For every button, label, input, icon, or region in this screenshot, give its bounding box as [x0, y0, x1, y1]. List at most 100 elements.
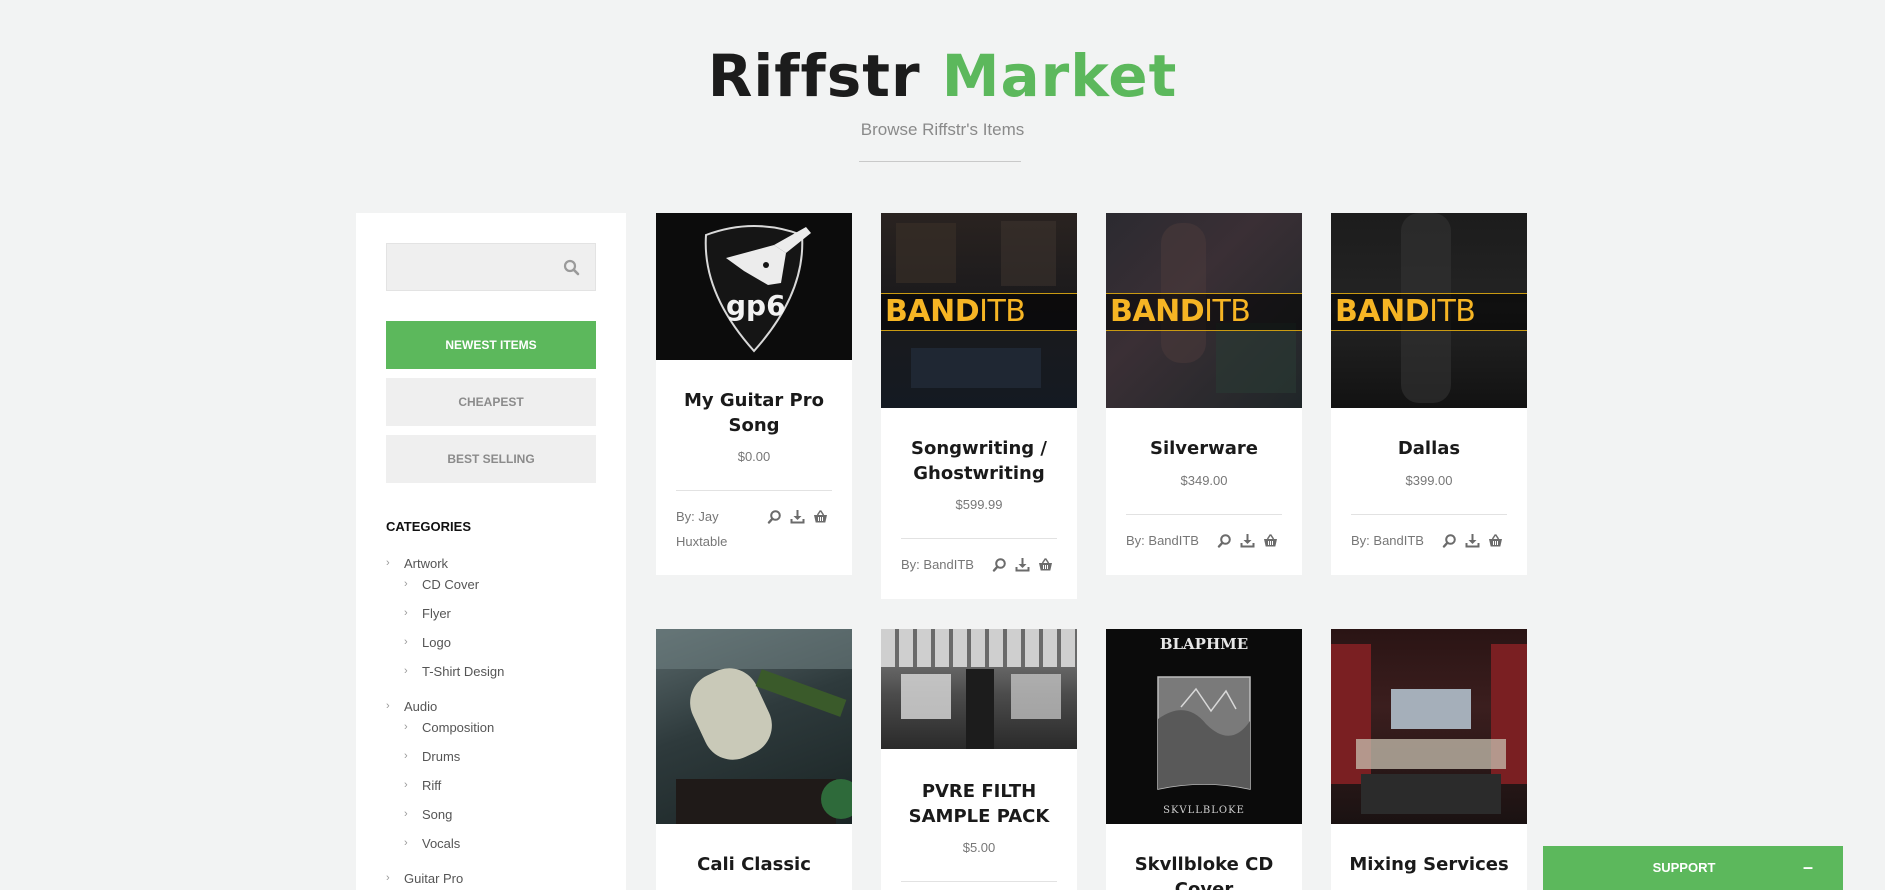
download-icon[interactable]: [1465, 533, 1480, 548]
product-image-recording-studio[interactable]: [1331, 629, 1527, 824]
chevron-right-icon: ›: [386, 700, 390, 712]
category-audio[interactable]: › Audio › Composition › Drums › Riff › Song …: [386, 699, 606, 865]
product-image-banditb-stage[interactable]: BANDITB: [1331, 213, 1527, 408]
product-title[interactable]: Songwriting / Ghostwriting: [891, 436, 1067, 486]
card-actions: [767, 509, 837, 527]
chevron-right-icon: ›: [404, 750, 408, 762]
product-title[interactable]: PVRE FILTH SAMPLE PACK: [891, 779, 1067, 829]
product-card[interactable]: BANDITB Silverware $349.00 By: BandITB: [1106, 213, 1302, 575]
best-selling-button[interactable]: BEST SELLING: [386, 435, 596, 483]
subcategory-vocals[interactable]: › Vocals: [404, 836, 606, 865]
product-card[interactable]: gp6 My Guitar Pro Song $0.00 By: Jay Hux…: [656, 213, 852, 575]
minimize-icon[interactable]: –: [1803, 857, 1813, 878]
subcategory-t-shirt-design[interactable]: › T-Shirt Design: [404, 664, 606, 693]
title-market: Market: [941, 42, 1178, 110]
chevron-right-icon: ›: [386, 557, 390, 569]
card-actions: [1442, 533, 1512, 551]
card-divider: [1126, 514, 1282, 515]
support-label[interactable]: SUPPORT: [1543, 860, 1825, 875]
category-label[interactable]: Artwork: [404, 556, 448, 571]
product-image-abandoned-factory[interactable]: [881, 629, 1077, 749]
product-title[interactable]: Silverware: [1116, 436, 1292, 461]
download-icon[interactable]: [1015, 557, 1030, 572]
support-widget[interactable]: SUPPORT –: [1543, 846, 1843, 890]
category-list: › Artwork › CD Cover › Flyer › Logo › T-Shir…: [386, 556, 606, 890]
search-input[interactable]: [386, 243, 596, 291]
basket-icon[interactable]: [1263, 533, 1278, 548]
card-divider: [901, 881, 1057, 882]
product-card[interactable]: BANDITB Songwriting / Ghostwriting $599.…: [881, 213, 1077, 599]
download-icon[interactable]: [790, 509, 805, 524]
product-price: $599.99: [955, 497, 1003, 512]
product-card[interactable]: BANDITB Dallas $399.00 By: BandITB: [1331, 213, 1527, 575]
subcategory-drums[interactable]: › Drums: [404, 749, 606, 778]
product-card[interactable]: PVRE FILTH SAMPLE PACK $5.00: [881, 629, 1077, 890]
preview-icon[interactable]: [1217, 533, 1232, 548]
card-divider: [901, 538, 1057, 539]
search-icon[interactable]: [563, 259, 580, 276]
basket-icon[interactable]: [1488, 533, 1503, 548]
preview-icon[interactable]: [767, 509, 782, 524]
subcategory-riff[interactable]: › Riff: [404, 778, 606, 807]
sidebar: NEWEST ITEMS CHEAPEST BEST SELLING CATEG…: [356, 213, 626, 890]
chevron-right-icon: ›: [404, 607, 408, 619]
gp6-logo-text: gp6: [726, 289, 786, 322]
categories-heading: CATEGORIES: [386, 519, 471, 534]
basket-icon[interactable]: [1038, 557, 1053, 572]
category-label[interactable]: Guitar Pro: [404, 871, 463, 886]
banditb-banner: BANDITB: [1106, 293, 1302, 331]
card-actions: [992, 557, 1062, 575]
card-divider: [1351, 514, 1507, 515]
cheapest-button[interactable]: CHEAPEST: [386, 378, 596, 426]
artwork-title-text: SKVLLBLOKE: [1163, 805, 1245, 816]
preview-icon[interactable]: [1442, 533, 1457, 548]
card-actions: [1217, 533, 1287, 551]
chevron-right-icon: ›: [386, 872, 390, 884]
card-divider: [676, 490, 832, 491]
product-image-skvllbloke-cd[interactable]: BLAPHME SKVLLBLOKE: [1106, 629, 1302, 824]
chevron-right-icon: ›: [404, 721, 408, 733]
basket-icon[interactable]: [813, 509, 828, 524]
chevron-right-icon: ›: [404, 808, 408, 820]
newest-items-button[interactable]: NEWEST ITEMS: [386, 321, 596, 369]
product-card[interactable]: Cali Classic: [656, 629, 852, 890]
page-title: Riffstr Market: [0, 42, 1885, 110]
product-card[interactable]: BLAPHME SKVLLBLOKE Skvllbloke CD Cover: [1106, 629, 1302, 890]
product-title[interactable]: Mixing Services: [1341, 852, 1517, 877]
category-label[interactable]: Audio: [404, 699, 437, 714]
subcategory-logo[interactable]: › Logo: [404, 635, 606, 664]
banditb-banner: BANDITB: [1331, 293, 1527, 331]
subcategory-song[interactable]: › Song: [404, 807, 606, 836]
subcategory-composition[interactable]: › Composition: [404, 720, 606, 749]
product-image-guitarist-jumping[interactable]: [656, 629, 852, 824]
product-card[interactable]: Mixing Services: [1331, 629, 1527, 890]
header-divider: [859, 161, 1021, 162]
chevron-right-icon: ›: [404, 578, 408, 590]
product-title[interactable]: Dallas: [1341, 436, 1517, 461]
banditb-banner: BANDITB: [881, 293, 1077, 331]
category-guitar-pro[interactable]: › Guitar Pro: [386, 871, 606, 886]
product-price: $5.00: [962, 840, 996, 855]
chevron-right-icon: ›: [404, 837, 408, 849]
product-image-banditb-guitarist[interactable]: BANDITB: [1106, 213, 1302, 408]
preview-icon[interactable]: [992, 557, 1007, 572]
product-seller[interactable]: By: Jay Huxtable: [676, 504, 771, 554]
product-seller[interactable]: By: BandITB: [901, 552, 996, 577]
title-riffstr: Riffstr: [707, 42, 921, 110]
chevron-right-icon: ›: [404, 665, 408, 677]
product-title[interactable]: Skvllbloke CD Cover: [1116, 852, 1292, 890]
product-price: $0.00: [737, 449, 771, 464]
download-icon[interactable]: [1240, 533, 1255, 548]
category-artwork[interactable]: › Artwork › CD Cover › Flyer › Logo › T-Shir…: [386, 556, 606, 693]
product-title[interactable]: My Guitar Pro Song: [666, 388, 842, 438]
page-subtitle: Browse Riffstr's Items: [860, 120, 1025, 139]
product-price: $399.00: [1405, 473, 1453, 488]
artwork-band-text: BLAPHME: [1160, 635, 1248, 653]
product-title[interactable]: Cali Classic: [666, 852, 842, 877]
product-image-gp6[interactable]: gp6: [656, 213, 852, 360]
product-seller[interactable]: By: BandITB: [1126, 528, 1221, 553]
product-seller[interactable]: By: BandITB: [1351, 528, 1446, 553]
subcategory-flyer[interactable]: › Flyer: [404, 606, 606, 635]
product-image-banditb-studio[interactable]: BANDITB: [881, 213, 1077, 408]
subcategory-cd-cover[interactable]: › CD Cover: [404, 577, 606, 606]
